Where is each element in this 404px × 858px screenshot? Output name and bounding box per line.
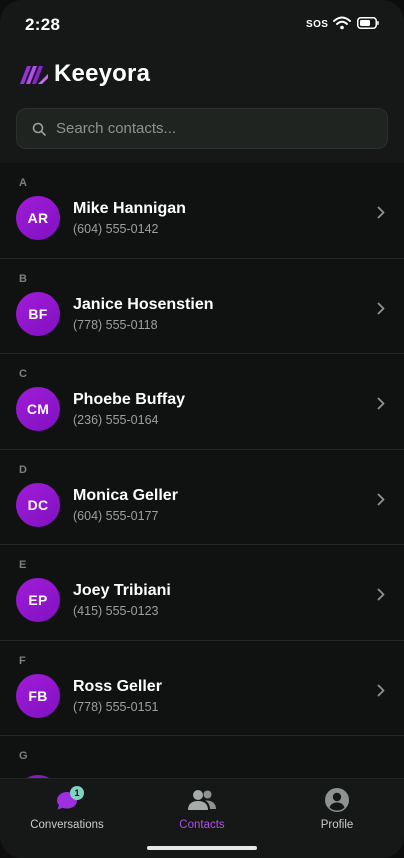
contact-phone: (778) 555-0118 <box>73 317 158 332</box>
contact-name: Mike Hannigan <box>73 200 186 218</box>
contact-row[interactable]: DC Monica Geller (604) 555-0177 <box>0 478 404 545</box>
phone-screen: 2:28 SOS Keeyora A <box>0 0 404 858</box>
tab-contacts[interactable]: Contacts <box>137 787 267 831</box>
section-header: A <box>19 177 28 189</box>
section-header: E <box>19 559 27 571</box>
contact-row[interactable]: CM Phoebe Buffay (236) 555-0164 <box>0 382 404 450</box>
contact-phone: (236) 555-0164 <box>73 413 159 428</box>
contact-phone: (604) 555-0177 <box>73 508 159 523</box>
tab-label: Conversations <box>30 819 104 831</box>
contact-name: Joey Tribiani <box>73 582 171 600</box>
contact-name: Janice Hosenstien <box>73 295 214 313</box>
search-icon <box>32 122 46 136</box>
keeyora-logo <box>20 66 48 84</box>
search-bar[interactable] <box>16 108 388 149</box>
section-header: G <box>19 750 29 762</box>
chevron-right-icon <box>377 206 385 219</box>
contact-name: Ross Geller <box>73 677 162 695</box>
wifi-icon <box>333 16 351 30</box>
chevron-right-icon <box>377 684 385 696</box>
chevron-right-icon <box>377 397 385 410</box>
contact-list[interactable]: A AR Mike Hannigan (604) 555-0142 B BF J… <box>0 163 404 778</box>
avatar: EP <box>16 578 60 623</box>
person-circle-icon <box>325 788 349 812</box>
tab-bar: 1 Conversations Contacts Profile <box>0 778 404 858</box>
battery-icon <box>357 17 379 29</box>
section-header: C <box>19 368 28 380</box>
app-header: Keeyora <box>18 56 150 92</box>
section-header: F <box>19 654 27 667</box>
contact-row[interactable]: EP Joey Tribiani (415) 555-0123 <box>0 573 404 641</box>
status-bar: 2:28 SOS <box>0 0 404 50</box>
tab-profile[interactable]: Profile <box>272 787 402 831</box>
search-input[interactable] <box>56 120 387 137</box>
avatar: FB <box>16 673 60 718</box>
chevron-right-icon <box>377 588 385 601</box>
chevron-right-icon <box>377 302 385 314</box>
brand-name: Keeyora <box>54 60 151 87</box>
section-header: D <box>19 463 28 476</box>
status-carrier: SOS <box>306 19 329 30</box>
tab-label: Contacts <box>179 819 225 831</box>
tab-label: Profile <box>320 819 354 831</box>
contact-name: Monica Geller <box>73 486 178 504</box>
notification-badge: 1 <box>70 786 84 800</box>
avatar: AR <box>16 196 60 241</box>
contact-row[interactable]: AR Mike Hannigan (604) 555-0142 <box>0 191 404 259</box>
contact-row[interactable]: BF Janice Hosenstien (778) 555-0118 <box>0 287 404 354</box>
contact-name: Phoebe Buffay <box>73 391 186 409</box>
people-icon <box>188 790 216 810</box>
chevron-right-icon <box>377 493 385 505</box>
contact-phone: (604) 555-0142 <box>73 222 159 237</box>
avatar: CM <box>16 387 60 432</box>
tab-conversations[interactable]: 1 Conversations <box>2 786 132 831</box>
home-indicator[interactable] <box>147 846 257 850</box>
avatar: BF <box>16 291 60 336</box>
status-time: 2:28 <box>25 15 61 34</box>
contact-phone: (778) 555-0151 <box>73 699 159 714</box>
contact-phone: (415) 555-0123 <box>73 604 159 619</box>
section-header: B <box>19 272 28 285</box>
avatar: DC <box>16 482 60 527</box>
contact-row[interactable]: FB Ross Geller (778) 555-0151 <box>0 669 404 736</box>
